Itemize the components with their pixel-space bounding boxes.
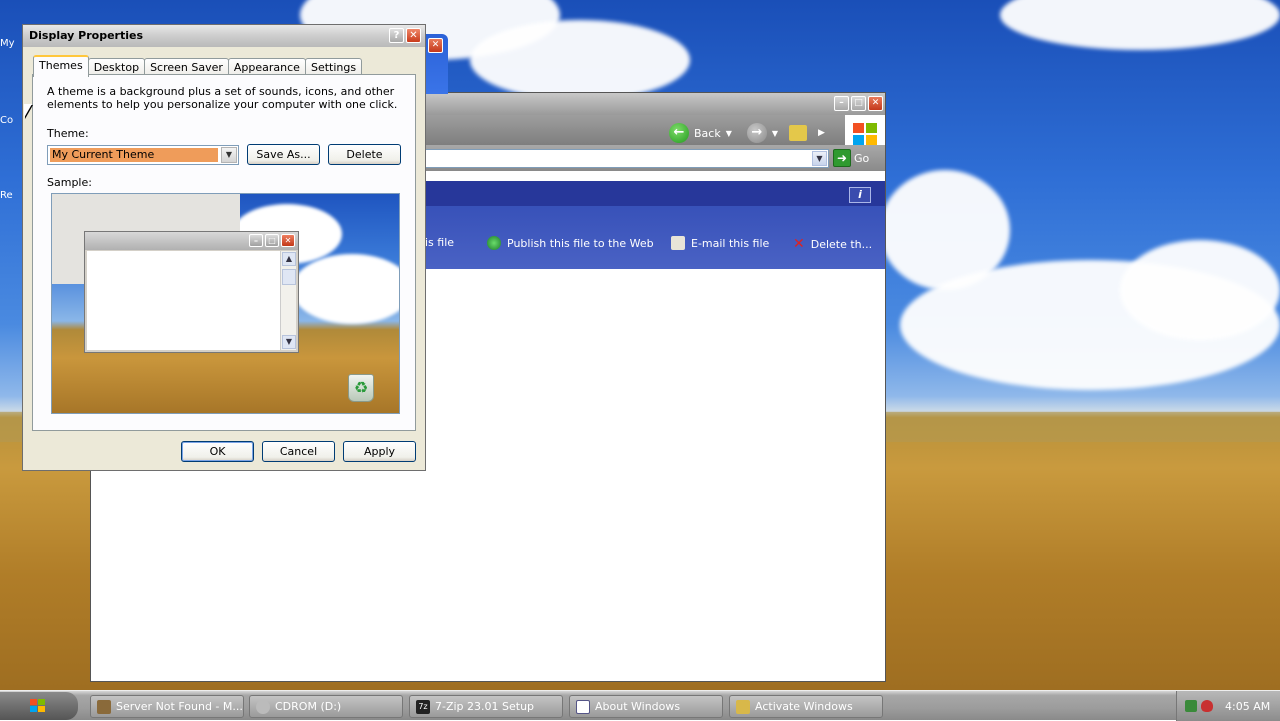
banner-header: i — [425, 181, 885, 206]
chevron-down-icon[interactable]: ▼ — [726, 129, 732, 138]
sample-window-content — [87, 251, 280, 350]
windows-flag-icon — [30, 699, 45, 712]
system-tray: 4:05 AM — [1176, 691, 1280, 721]
theme-select-value: My Current Theme — [50, 148, 218, 162]
task-email[interactable]: E-mail this file — [671, 236, 769, 250]
close-icon[interactable]: ✕ — [428, 38, 443, 53]
back-arrow-icon: ← — [669, 123, 689, 143]
task-label: E-mail this file — [691, 236, 770, 250]
file-tasks-banner: i is file Publish this file to the Web E… — [425, 181, 885, 269]
save-as-button[interactable]: Save As... — [247, 144, 320, 165]
info-icon[interactable]: i — [849, 187, 871, 203]
toolbar-more-icon[interactable]: ▶ — [818, 128, 825, 138]
back-button[interactable]: ← Back ▼ → ▼ ▶ — [669, 123, 825, 143]
delete-x-icon: ✕ — [793, 236, 805, 252]
explorer-window-controls: – □ ✕ — [834, 96, 883, 111]
sample-window-title: – □ ✕ — [85, 232, 298, 250]
globe-icon — [487, 236, 501, 250]
forward-arrow-icon[interactable]: → — [746, 123, 767, 143]
close-icon[interactable]: ✕ — [868, 96, 883, 111]
go-label: Go — [854, 151, 870, 165]
taskbar-item-label: 7-Zip 23.01 Setup — [435, 700, 535, 713]
scroll-thumb — [282, 269, 296, 285]
back-label: Back — [694, 126, 721, 140]
task-label: is file — [425, 236, 455, 249]
theme-select[interactable]: My Current Theme ▼ — [47, 145, 239, 165]
tab-themes[interactable]: Themes — [33, 55, 89, 77]
apply-button[interactable]: Apply — [343, 441, 416, 462]
recycle-bin-icon: ♻ — [348, 374, 374, 402]
themes-description: A theme is a background plus a set of so… — [47, 85, 398, 111]
sample-label: Sample: — [47, 176, 92, 189]
desktop-icon-label[interactable]: My — [0, 38, 15, 49]
task-publish[interactable]: Publish this file to the Web — [487, 236, 654, 250]
dialog-title: Display Properties — [29, 29, 144, 42]
7zip-icon: 7z — [416, 699, 430, 714]
taskbar-item-label: About Windows — [595, 700, 681, 713]
taskbar-item-activate-windows[interactable]: Activate Windows — [729, 695, 883, 718]
network-icon[interactable] — [1185, 700, 1197, 712]
delete-button[interactable]: Delete — [328, 144, 401, 165]
cd-drive-icon — [256, 699, 270, 714]
themes-panel: A theme is a background plus a set of so… — [32, 74, 416, 431]
taskbar-item-label: Server Not Found - M... — [116, 700, 243, 713]
go-arrow-icon: ➜ — [833, 149, 851, 167]
taskbar: Server Not Found - M... CDROM (D:) 7z 7-… — [0, 690, 1280, 721]
close-icon[interactable]: ✕ — [406, 28, 421, 43]
scroll-down-icon: ▼ — [282, 335, 296, 349]
go-button[interactable]: ➜ Go — [833, 149, 869, 167]
chevron-down-icon[interactable]: ▼ — [812, 151, 827, 166]
cancel-button[interactable]: Cancel — [262, 441, 335, 462]
cloud — [470, 20, 690, 100]
task-item[interactable]: is file — [425, 236, 454, 249]
chevron-down-icon[interactable]: ▼ — [221, 147, 237, 163]
help-icon[interactable]: ? — [389, 28, 404, 43]
taskbar-item-about-windows[interactable]: About Windows — [569, 695, 723, 718]
security-shield-icon[interactable] — [1201, 700, 1213, 712]
desktop-icon-label[interactable]: Co — [0, 115, 13, 126]
display-properties-dialog: Display Properties ? ✕ Themes Desktop Sc… — [22, 24, 426, 471]
taskbar-item-firefox[interactable]: Server Not Found - M... — [90, 695, 244, 718]
desktop-icon-label[interactable]: Re — [0, 190, 13, 201]
sample-scrollbar: ▲ ▼ — [280, 251, 296, 350]
taskbar-item-label: CDROM (D:) — [275, 700, 342, 713]
taskbar-item-cdrom[interactable]: CDROM (D:) — [249, 695, 403, 718]
theme-label: Theme: — [47, 127, 89, 140]
taskbar-item-label: Activate Windows — [755, 700, 853, 713]
envelope-icon — [671, 236, 685, 250]
key-icon — [736, 699, 750, 714]
close-icon: ✕ — [281, 234, 295, 247]
maximize-icon: □ — [265, 234, 279, 247]
ok-button[interactable]: OK — [181, 441, 254, 462]
cloud — [292, 254, 399, 324]
window-icon — [576, 699, 590, 714]
task-delete[interactable]: ✕ Delete th... — [793, 236, 872, 252]
maximize-icon[interactable]: □ — [851, 96, 866, 111]
sample-window: – □ ✕ ▲ ▼ — [84, 231, 299, 353]
theme-sample-preview: – □ ✕ ▲ ▼ ♻ — [51, 193, 400, 414]
folder-up-icon[interactable] — [789, 125, 808, 141]
dialog-title-controls: ? ✕ — [389, 28, 421, 43]
taskbar-item-7zip[interactable]: 7z 7-Zip 23.01 Setup — [409, 695, 563, 718]
mouse-cursor-icon — [24, 104, 32, 118]
task-label: Publish this file to the Web — [507, 236, 654, 250]
scroll-up-icon: ▲ — [282, 252, 296, 266]
cloud — [1120, 240, 1280, 340]
minimize-icon[interactable]: – — [834, 96, 849, 111]
browser-icon — [97, 699, 111, 714]
sample-window-controls: – □ ✕ — [249, 234, 295, 247]
minimize-icon: – — [249, 234, 263, 247]
cloud — [1000, 0, 1280, 50]
chevron-down-icon[interactable]: ▼ — [772, 129, 778, 138]
dialog-title-bar[interactable]: Display Properties ? ✕ — [23, 25, 425, 47]
task-label: Delete th... — [810, 237, 873, 251]
start-button[interactable] — [0, 692, 78, 720]
clock[interactable]: 4:05 AM — [1225, 700, 1270, 713]
address-input[interactable]: ▼ — [425, 149, 829, 168]
